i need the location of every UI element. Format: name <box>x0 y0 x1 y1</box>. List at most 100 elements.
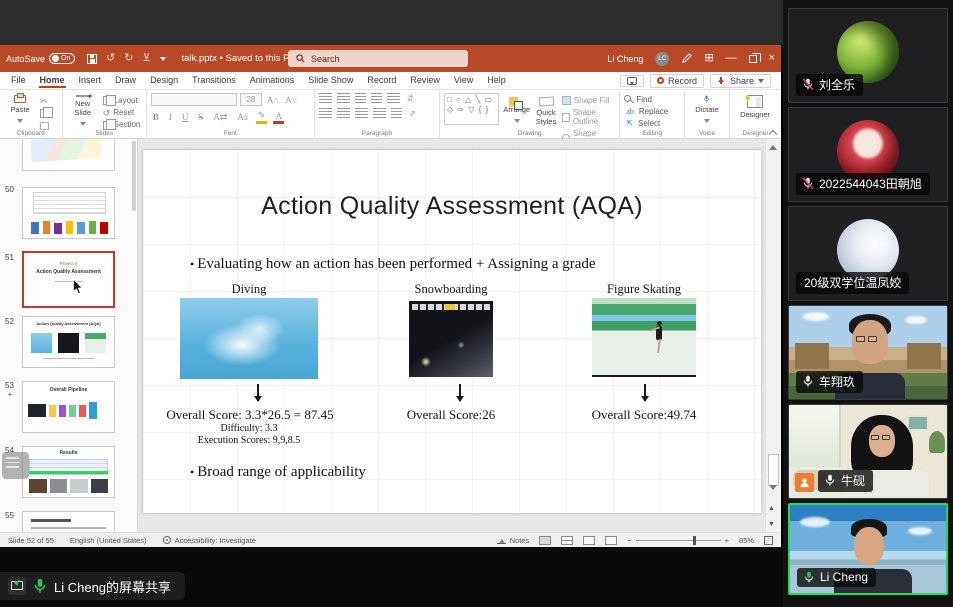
comments-button[interactable] <box>620 75 644 87</box>
save-icon[interactable] <box>87 54 97 64</box>
change-case-icon[interactable]: Aa <box>235 112 250 122</box>
grow-font-icon[interactable]: A˄ <box>265 95 281 105</box>
diving-difficulty[interactable]: Difficulty: 3.3 <box>149 423 349 434</box>
bold-button[interactable]: B <box>151 112 161 122</box>
strikethrough-button[interactable]: S <box>196 112 205 122</box>
select-button[interactable]: ⇱Select <box>624 119 680 128</box>
figure-skating-image[interactable] <box>592 298 696 377</box>
diving-score[interactable]: Overall Score: 3.3*26.5 = 87.45 <box>135 407 365 423</box>
normal-view-icon[interactable] <box>539 536 551 545</box>
font-name-box[interactable] <box>151 93 237 106</box>
fit-slide-icon[interactable] <box>764 536 773 545</box>
redo-icon[interactable]: ↻ <box>124 53 133 64</box>
thumbnail-slide-50[interactable] <box>22 187 115 239</box>
figure-skating-score[interactable]: Overall Score:49.74 <box>574 407 714 423</box>
find-button[interactable]: Find <box>624 95 680 104</box>
thumbnail-slide-55[interactable] <box>22 511 115 532</box>
section-button[interactable]: Section <box>103 120 141 130</box>
copy-button[interactable] <box>40 109 49 118</box>
tab-help[interactable]: Help <box>480 73 513 88</box>
reading-view-icon[interactable] <box>583 536 595 545</box>
restore-icon[interactable] <box>749 55 757 63</box>
font-size-box[interactable]: 28 <box>240 93 262 106</box>
next-slide-icon[interactable]: ▼ <box>768 521 775 528</box>
participant-tile[interactable]: 2022544043田朝旭 <box>788 107 948 202</box>
shape-fill-button[interactable]: Shape Fill <box>562 96 615 105</box>
minimize-icon[interactable]: — <box>726 53 737 64</box>
thumbnail-slide-53[interactable]: Overall Pipeline <box>22 381 115 433</box>
thumbnail-slide-52[interactable]: Action Quality Assessment (AQA) <box>22 316 115 368</box>
tab-transitions[interactable]: Transitions <box>185 73 243 88</box>
designer-button[interactable]: Designer <box>734 93 776 126</box>
screen-share-banner[interactable]: Li Cheng的屏幕共享 <box>0 572 185 600</box>
tab-insert[interactable]: Insert <box>72 73 109 88</box>
column-label-diving[interactable]: Diving <box>180 282 318 297</box>
dictate-button[interactable]: Dictate <box>689 93 725 126</box>
layout-button[interactable]: Layout <box>103 96 141 106</box>
accessibility-status[interactable]: Accessibility: Investigate <box>163 536 256 545</box>
tab-view[interactable]: View <box>447 73 480 88</box>
scroll-thumb[interactable] <box>768 454 779 486</box>
start-slideshow-icon[interactable]: ⊻ <box>142 53 150 64</box>
snowboarding-score[interactable]: Overall Score:26 <box>381 407 521 423</box>
character-spacing-icon[interactable]: A⇄ <box>211 112 229 123</box>
participant-tile[interactable]: 牛砚 <box>788 404 948 499</box>
slideshow-view-icon[interactable] <box>605 536 617 545</box>
participant-tile-active-speaker[interactable]: Li Cheng <box>788 503 948 595</box>
diving-execution[interactable]: Execution Scores: 9,9,8.5 <box>149 435 349 446</box>
slide-canvas[interactable]: Action Quality Assessment (AQA) Evaluati… <box>143 150 761 513</box>
tab-design[interactable]: Design <box>143 73 185 88</box>
thumbnail-slide-54[interactable]: Results <box>22 446 115 498</box>
shape-outline-button[interactable]: Shape Outline <box>562 108 615 126</box>
paste-button[interactable]: Paste <box>4 93 36 126</box>
zoom-percentage[interactable]: 85% <box>739 536 754 545</box>
slide-bullet-1[interactable]: Evaluating how an action has been perfor… <box>190 256 596 273</box>
notes-button[interactable]: Notes <box>497 536 530 545</box>
previous-slide-icon[interactable]: ▲ <box>768 505 775 512</box>
thumbnail-slide-49-partial[interactable] <box>22 139 115 171</box>
cut-button[interactable]: ✂ <box>40 96 49 107</box>
undo-icon[interactable]: ↺ <box>106 53 115 64</box>
participant-tile[interactable]: 20级双学位温凤姣 <box>788 206 948 301</box>
thumbnail-slide-51-selected[interactable]: Project 4 Action Quality Assessment <box>22 251 115 308</box>
decrease-indent-icon[interactable] <box>355 93 366 103</box>
account-name[interactable]: Li Cheng <box>607 54 643 64</box>
italic-button[interactable]: I <box>167 112 174 122</box>
collapse-ribbon-icon[interactable] <box>769 128 777 136</box>
account-avatar[interactable]: LC <box>655 52 669 66</box>
slide-scrollbar[interactable]: ▲ ▼ <box>765 139 781 532</box>
column-label-snowboarding[interactable]: Snowboarding <box>389 282 513 297</box>
underline-button[interactable]: U <box>180 112 191 122</box>
arrange-button[interactable]: Arrange <box>503 93 530 126</box>
bullets-icon[interactable] <box>319 93 332 103</box>
zoom-slider-thumb[interactable] <box>693 536 696 545</box>
replace-button[interactable]: abReplace <box>624 107 680 116</box>
slide-sorter-view-icon[interactable] <box>561 536 573 545</box>
highlight-color-icon[interactable]: ✎ <box>256 110 268 124</box>
slide-bullet-2[interactable]: Broad range of applicability <box>190 464 366 481</box>
autosave-toggle[interactable]: AutoSave On <box>6 53 75 64</box>
numbering-icon[interactable] <box>337 93 350 103</box>
tab-home[interactable]: Home <box>33 73 72 88</box>
scroll-up-icon[interactable] <box>769 141 777 150</box>
participant-tile[interactable]: 刘全乐 <box>788 8 948 103</box>
tab-slide-show[interactable]: Slide Show <box>301 73 360 88</box>
align-left-icon[interactable] <box>319 108 332 118</box>
column-label-figure-skating[interactable]: Figure Skating <box>573 282 715 297</box>
qat-customize-icon[interactable] <box>160 57 166 64</box>
pen-icon[interactable] <box>681 53 692 64</box>
slide-title[interactable]: Action Quality Assessment (AQA) <box>143 192 761 221</box>
snowboarding-image[interactable] <box>409 301 493 377</box>
align-right-icon[interactable] <box>355 108 368 118</box>
line-spacing-icon[interactable] <box>387 93 400 103</box>
annotation-toolbar-handle[interactable] <box>2 452 29 479</box>
record-button[interactable]: Record <box>650 74 704 88</box>
language-status[interactable]: English (United States) <box>70 536 147 545</box>
font-color-icon[interactable]: A <box>273 111 284 124</box>
tab-file[interactable]: File <box>4 73 33 88</box>
thumbnail-scrollbar[interactable] <box>132 141 136 211</box>
tab-review[interactable]: Review <box>403 73 447 88</box>
scroll-down-icon[interactable] <box>769 485 777 494</box>
ribbon-display-icon[interactable]: ⊞ <box>704 53 713 64</box>
new-slide-button[interactable]: New Slide <box>67 93 99 126</box>
